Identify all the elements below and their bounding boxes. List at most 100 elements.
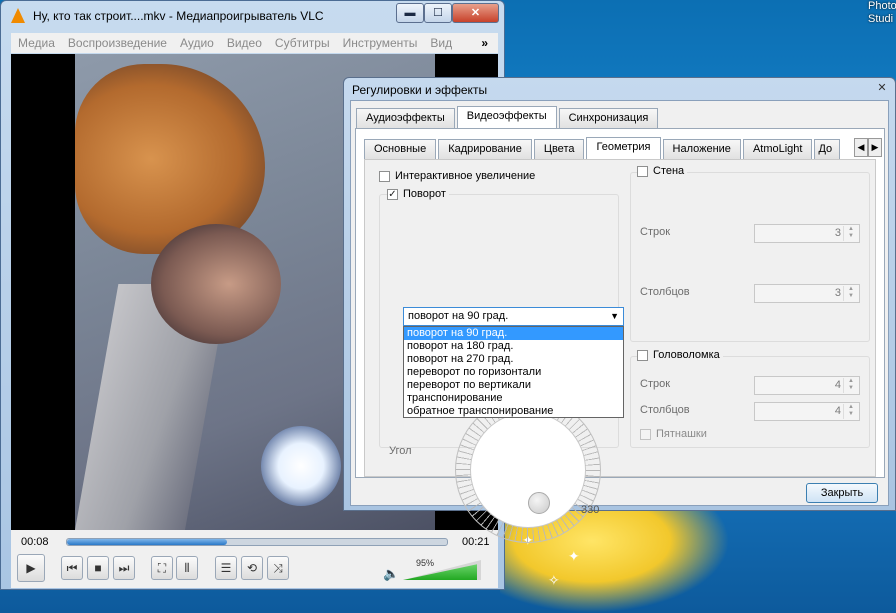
video-frame-head [151, 224, 281, 344]
interactive-zoom-box[interactable] [379, 170, 390, 182]
menu-view[interactable]: Вид [430, 36, 452, 50]
loop-button[interactable]: ⟲ [241, 556, 263, 580]
seek-bar-fill [67, 539, 227, 545]
tab-geometry[interactable]: Геометрия [586, 137, 661, 159]
rotate-mode-select[interactable]: поворот на 90 град. ▼ [403, 307, 624, 326]
dropdown-option[interactable]: поворот на 270 град. [404, 353, 623, 366]
seek-bar[interactable] [66, 538, 448, 546]
volume-fill [403, 564, 478, 580]
tab-video-effects[interactable]: Видеоэффекты [456, 106, 557, 128]
dropdown-option[interactable]: переворот по горизонтали [404, 366, 623, 379]
vlc-cone-icon [11, 8, 25, 23]
menu-playback[interactable]: Воспроизведение [68, 36, 167, 50]
puzzle-rows-value: 4 [834, 379, 841, 391]
interactive-zoom-checkbox[interactable]: Интерактивное увеличение [379, 170, 535, 182]
puzzle-rows-label: Строк [640, 378, 671, 390]
time-elapsed: 00:08 [21, 536, 49, 548]
angle-dial[interactable] [455, 397, 601, 543]
next-button[interactable]: ⏭ [113, 556, 135, 580]
wall-rows-spinbox[interactable]: 3 ▲ ▼ [754, 224, 860, 243]
menu-tools[interactable]: Инструменты [343, 36, 418, 50]
wall-box[interactable] [637, 165, 648, 177]
stop-button[interactable]: ■ [87, 556, 109, 580]
wall-rows-value: 3 [834, 227, 841, 239]
puzzle-cols-value: 4 [834, 405, 841, 417]
tab-colors[interactable]: Цвета [533, 139, 585, 159]
fifteen-puzzle-checkbox[interactable]: Пятнашки [640, 428, 707, 440]
dropdown-option[interactable]: обратное транспонирование [404, 405, 623, 418]
window-title: Ну, кто так строит....mkv - Медиапроигры… [33, 9, 324, 23]
wall-checkbox[interactable]: Стена [637, 165, 688, 177]
extended-settings-button[interactable]: ⫴ [176, 556, 198, 580]
previous-button[interactable]: ⏮ [61, 556, 83, 580]
puzzle-rows-spinbox[interactable]: 4 ▲ ▼ [754, 376, 860, 395]
angle-value: 330 [581, 504, 600, 516]
tab-advanced[interactable]: До [814, 139, 841, 159]
video-frame-lamp [261, 426, 341, 506]
menu-video[interactable]: Видео [227, 36, 262, 50]
time-total: 00:21 [462, 536, 490, 548]
wall-cols-value: 3 [834, 287, 841, 299]
dialog-body: Аудиоэффекты Видеоэффекты Синхронизация … [350, 100, 889, 543]
rotate-label: Поворот [403, 188, 446, 200]
dropdown-option[interactable]: переворот по вертикали [404, 379, 623, 392]
sub-tabs: Основные Кадрирование Цвета Геометрия На… [364, 137, 842, 159]
play-button[interactable]: ▶ [17, 554, 45, 582]
menu-audio[interactable]: Аудио [180, 36, 214, 50]
wall-group [630, 172, 870, 342]
speaker-icon[interactable]: 🔈 [383, 566, 399, 582]
dropdown-option[interactable]: поворот на 180 град. [404, 340, 623, 353]
chevron-left-icon[interactable]: ◀ [854, 138, 868, 157]
maximize-button[interactable]: ☐ [424, 3, 452, 23]
tab-overlay[interactable]: Наложение [662, 139, 741, 159]
video-effects-panel: Основные Кадрирование Цвета Геометрия На… [355, 128, 885, 543]
dialog-close-icon[interactable]: ✕ [875, 82, 889, 94]
puzzle-box[interactable] [637, 349, 648, 361]
chevron-down-icon[interactable]: ▼ [610, 308, 619, 325]
tab-essential[interactable]: Основные [364, 139, 437, 159]
geometry-panel: Интерактивное увеличение ✓ Поворот повор… [364, 159, 876, 543]
playlist-button[interactable]: ☰ [215, 556, 237, 580]
spin-arrows-icon[interactable]: ▲ ▼ [843, 226, 858, 241]
tab-atmolight[interactable]: AtmoLight [742, 139, 813, 159]
rotate-mode-value: поворот на 90 град. [408, 310, 509, 322]
angle-dial-face [470, 412, 586, 528]
tab-audio-effects[interactable]: Аудиоэффекты [356, 108, 455, 128]
fullscreen-button[interactable]: ⛶ [151, 556, 173, 580]
dropdown-option[interactable]: поворот на 90 град. [404, 327, 623, 340]
dropdown-option[interactable]: транспонирование [404, 392, 623, 405]
rotate-checkbox[interactable]: ✓ Поворот [387, 188, 449, 200]
tab-synchronization[interactable]: Синхронизация [558, 108, 659, 128]
wall-label: Стена [653, 165, 685, 177]
volume-percent: 95% [416, 558, 435, 568]
vlc-titlebar[interactable]: Ну, кто так строит....mkv - Медиапроигры… [1, 1, 504, 31]
rotate-box[interactable]: ✓ [387, 188, 398, 200]
angle-label: Угол [389, 445, 412, 457]
puzzle-cols-spinbox[interactable]: 4 ▲ ▼ [754, 402, 860, 421]
effects-dialog: Регулировки и эффекты ✕ Аудиоэффекты Вид… [343, 77, 896, 543]
spin-arrows-icon[interactable]: ▲ ▼ [843, 286, 858, 301]
close-button[interactable]: ✕ [452, 3, 499, 23]
angle-dial-knob[interactable] [528, 492, 550, 514]
spin-arrows-icon[interactable]: ▲ ▼ [843, 378, 858, 393]
minimize-button[interactable]: ▬ [396, 3, 424, 23]
dialog-title: Регулировки и эффекты [352, 83, 488, 97]
puzzle-checkbox[interactable]: Головоломка [637, 349, 723, 361]
volume-slider[interactable] [403, 560, 481, 580]
chevron-right-icon[interactable]: ▶ [868, 138, 882, 157]
interactive-zoom-label: Интерактивное увеличение [395, 170, 536, 182]
spin-arrows-icon[interactable]: ▲ ▼ [843, 404, 858, 419]
fifteen-puzzle-box[interactable] [640, 428, 651, 440]
menu-media[interactable]: Медиа [18, 36, 55, 50]
close-dialog-button[interactable]: Закрыть [806, 483, 878, 503]
menu-overflow-icon[interactable]: » [481, 36, 488, 50]
desktop-icon-label[interactable]: Photo Studi [868, 0, 896, 26]
wall-cols-spinbox[interactable]: 3 ▲ ▼ [754, 284, 860, 303]
menu-subtitles[interactable]: Субтитры [275, 36, 330, 50]
sparkle-icon: ✦ [568, 548, 580, 564]
control-bar: 00:08 00:21 ▶ ⏮ ■ ⏭ ⛶ ⫴ ☰ ⟲ ⤨ 🔈 95% [11, 530, 498, 588]
top-tabs: Аудиоэффекты Видеоэффекты Синхронизация [356, 106, 660, 128]
tab-crop[interactable]: Кадрирование [438, 139, 532, 159]
shuffle-button[interactable]: ⤨ [267, 556, 289, 580]
sparkle-icon: ✧ [548, 572, 560, 588]
